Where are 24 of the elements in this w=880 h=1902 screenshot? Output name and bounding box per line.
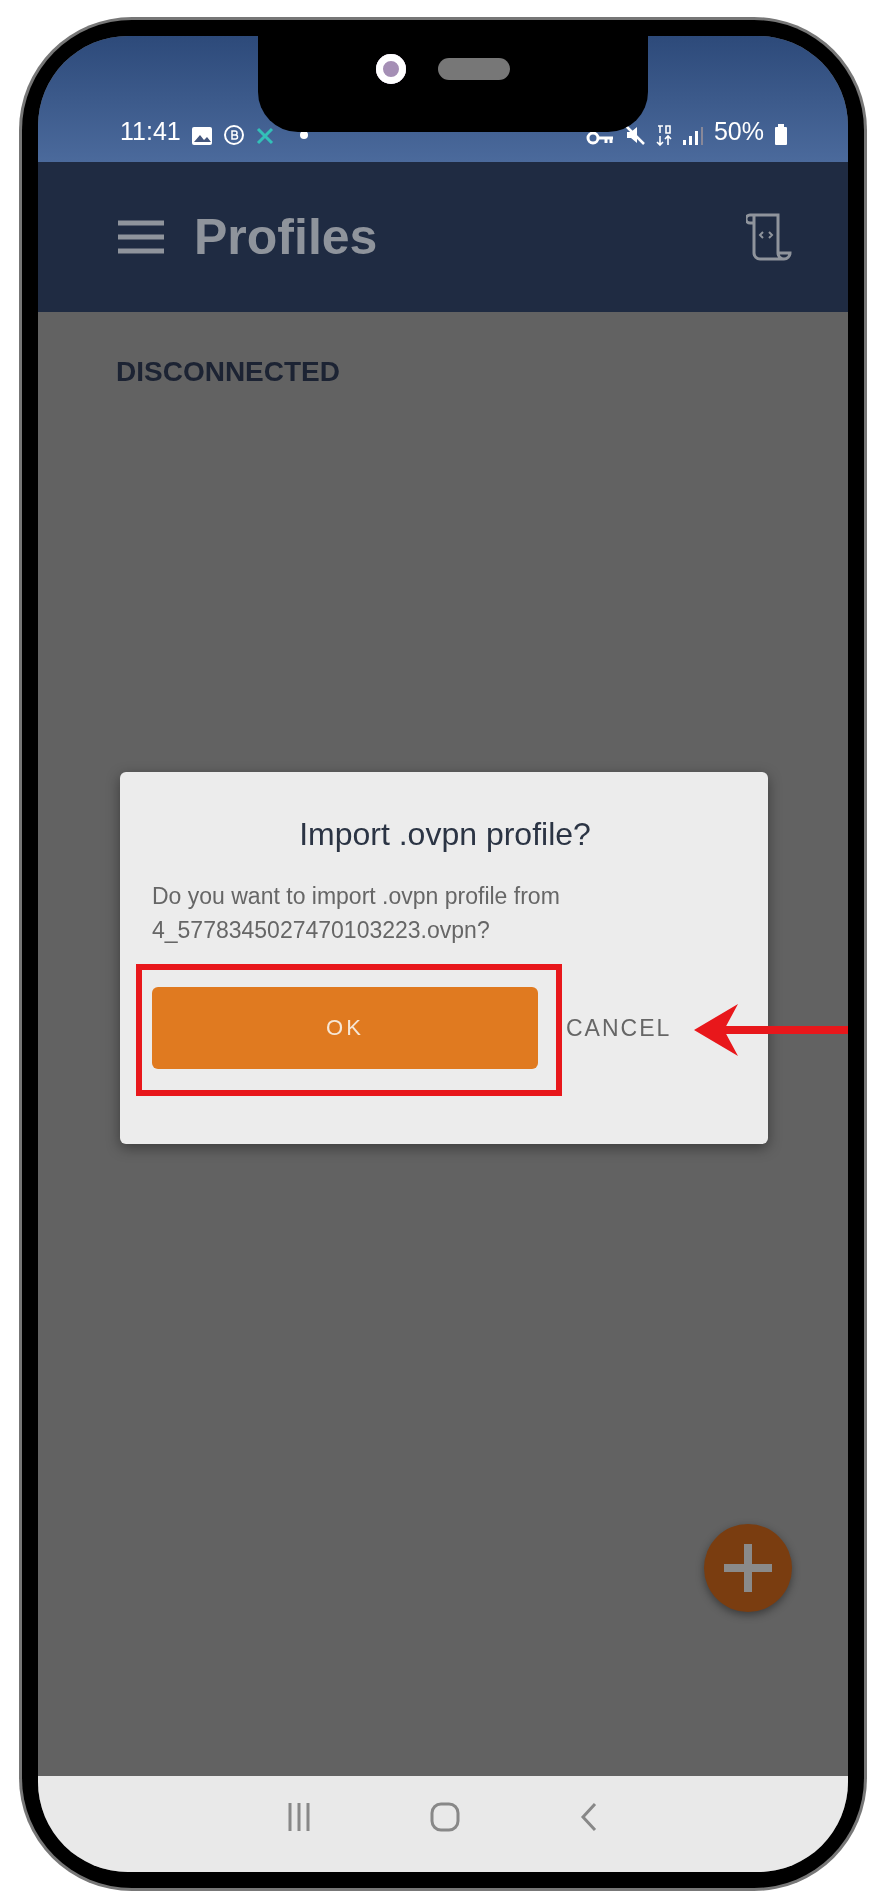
data-arrows-icon	[655, 124, 672, 146]
battery-percentage: 50%	[713, 117, 764, 146]
home-icon[interactable]	[429, 1801, 461, 1833]
cancel-button[interactable]: CANCEL	[566, 1014, 672, 1042]
x-icon	[254, 126, 275, 146]
dialog-title: Import .ovpn profile?	[298, 816, 592, 853]
app-bar-title: Profiles	[194, 208, 378, 266]
back-icon[interactable]	[579, 1801, 599, 1833]
dot-icon	[298, 130, 309, 140]
scroll-icon[interactable]	[746, 212, 792, 262]
battery-icon	[774, 124, 788, 146]
menu-icon[interactable]	[118, 220, 164, 254]
connection-status: DISCONNECTED	[115, 355, 341, 388]
camera-icon	[376, 54, 406, 84]
add-button[interactable]	[702, 1522, 794, 1614]
signal-icon	[681, 126, 704, 146]
dialog-message: Do you want to import .ovpn profile from 4_5778345027470103223.ovpn?	[152, 882, 561, 945]
image-icon	[190, 126, 213, 146]
key-icon	[585, 130, 614, 146]
speaker-icon	[438, 58, 510, 80]
ok-button[interactable]: OK	[152, 987, 538, 1069]
chat-icon	[222, 124, 245, 146]
recent-apps-icon[interactable]	[287, 1801, 311, 1833]
status-time: 11:41	[120, 117, 181, 146]
